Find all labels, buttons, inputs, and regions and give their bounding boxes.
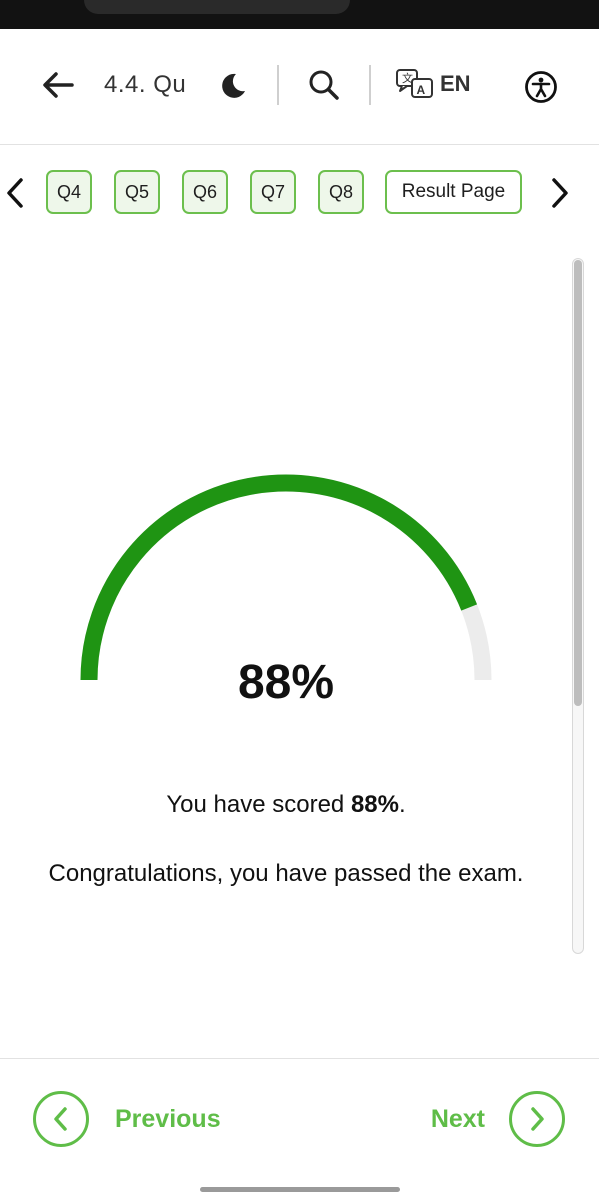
home-indicator xyxy=(200,1187,400,1192)
score-sentence-value: 88% xyxy=(350,791,399,818)
status-bar xyxy=(0,0,599,29)
divider xyxy=(369,65,371,105)
score-sentence: You have scored 88%. xyxy=(0,791,572,819)
svg-text:A: A xyxy=(417,83,426,97)
question-button-q6[interactable]: Q6 xyxy=(182,170,228,214)
question-button-q7[interactable]: Q7 xyxy=(250,170,296,214)
translate-icon[interactable]: 文 A xyxy=(394,65,436,105)
back-arrow-icon[interactable] xyxy=(38,65,78,105)
chevron-left-icon[interactable] xyxy=(0,173,30,213)
question-button-q5[interactable]: Q5 xyxy=(114,170,160,214)
chevron-left-circle-icon[interactable] xyxy=(33,1091,89,1147)
divider xyxy=(277,65,279,105)
next-label[interactable]: Next xyxy=(431,1105,485,1134)
language-label[interactable]: EN xyxy=(440,71,471,97)
page-title: 4.4. Qu xyxy=(104,71,187,98)
chevron-right-icon[interactable] xyxy=(545,173,575,213)
question-nav: Q4 Q5 Q6 Q7 Q8 Result Page xyxy=(0,145,599,240)
pass-message: Congratulations, you have passed the exa… xyxy=(48,860,524,887)
question-button-q4[interactable]: Q4 xyxy=(46,170,92,214)
chevron-right-circle-icon[interactable] xyxy=(509,1091,565,1147)
result-page-button[interactable]: Result Page xyxy=(385,170,522,214)
score-sentence-suffix: . xyxy=(398,791,406,818)
score-percentage: 88% xyxy=(237,656,335,709)
scrollbar-thumb[interactable] xyxy=(574,260,582,706)
score-sentence-prefix: You have scored xyxy=(166,791,351,818)
search-icon[interactable] xyxy=(304,65,344,105)
previous-label[interactable]: Previous xyxy=(115,1105,221,1134)
top-bar: 4.4. Qu 文 A EN xyxy=(0,29,599,145)
moon-icon[interactable] xyxy=(214,67,252,105)
accessibility-icon[interactable] xyxy=(519,65,563,109)
gauge-fill xyxy=(80,474,478,681)
next-button[interactable]: Next xyxy=(431,1089,565,1149)
scrollbar[interactable] xyxy=(572,258,584,954)
bottom-nav: Previous Next xyxy=(0,1058,599,1201)
question-button-q8[interactable]: Q8 xyxy=(318,170,364,214)
gauge-track xyxy=(80,474,492,681)
previous-button[interactable]: Previous xyxy=(33,1089,221,1149)
camera-notch xyxy=(84,0,350,14)
